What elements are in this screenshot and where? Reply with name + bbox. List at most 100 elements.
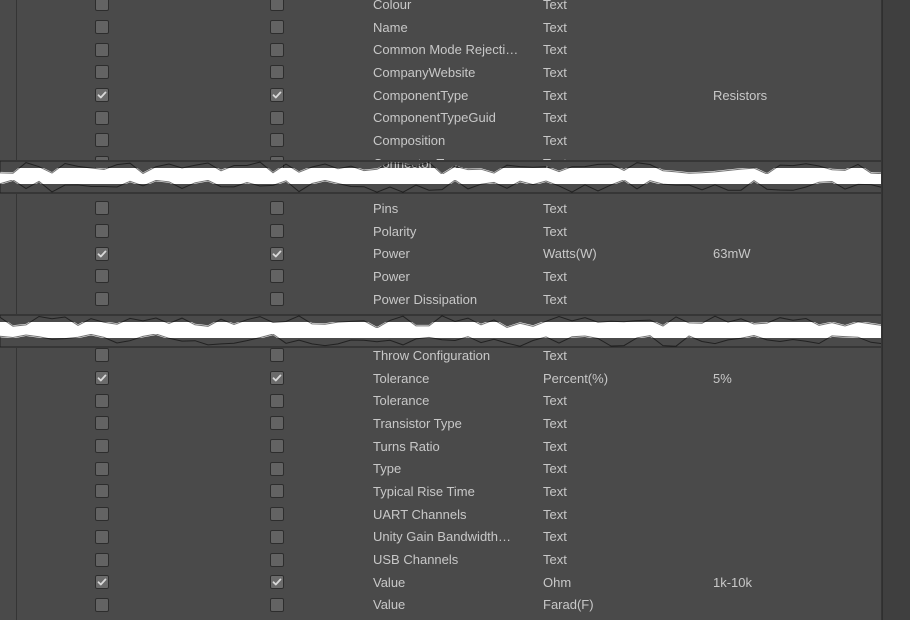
parameter-row[interactable]: ComponentTypeGuidText: [0, 106, 910, 129]
parameter-row[interactable]: CompositionText: [0, 129, 910, 152]
parameter-row[interactable]: ValueFarad(F): [0, 594, 910, 617]
parameter-name: Power Dissipation: [373, 292, 543, 307]
parameter-row[interactable]: UART ChannelsText: [0, 503, 910, 526]
checkbox-col2[interactable]: [270, 65, 284, 79]
checkbox-col1[interactable]: [95, 530, 109, 544]
parameter-row[interactable]: Common Mode Rejecti…Text: [0, 38, 910, 61]
checkbox-col2[interactable]: [270, 348, 284, 362]
parameter-name: Polarity: [373, 224, 543, 239]
parameter-name: Unity Gain Bandwidth…: [373, 529, 543, 544]
checkbox-col1[interactable]: [95, 133, 109, 147]
checkbox-col1[interactable]: [95, 553, 109, 567]
checkbox-col2[interactable]: [270, 269, 284, 283]
checkbox-col1[interactable]: [95, 224, 109, 238]
checkbox-col2[interactable]: [270, 462, 284, 476]
checkbox-col1[interactable]: [95, 201, 109, 215]
checkbox-col1[interactable]: [95, 43, 109, 57]
checkbox-col2[interactable]: [270, 553, 284, 567]
checkbox-col2[interactable]: [270, 88, 284, 102]
parameter-type: Text: [543, 439, 713, 454]
parameter-type: Percent(%): [543, 371, 713, 386]
parameter-type: Text: [543, 42, 713, 57]
parameter-type: Text: [543, 416, 713, 431]
checkbox-col2[interactable]: [270, 0, 284, 11]
parameter-type: Text: [543, 529, 713, 544]
checkbox-col1[interactable]: [95, 484, 109, 498]
checkbox-col2[interactable]: [270, 530, 284, 544]
parameter-type: Watts(W): [543, 246, 713, 261]
checkbox-col1[interactable]: [95, 348, 109, 362]
parameter-row[interactable]: TolerancePercent(%)5%: [0, 367, 910, 390]
parameter-row[interactable]: PinsText: [0, 197, 910, 220]
parameter-type: Text: [543, 110, 713, 125]
checkbox-col2[interactable]: [270, 247, 284, 261]
checkbox-col2[interactable]: [270, 416, 284, 430]
parameter-row[interactable]: Power DissipationText: [0, 288, 910, 311]
parameter-row[interactable]: PolarityText: [0, 220, 910, 243]
parameter-type: Text: [543, 507, 713, 522]
parameter-name: UART Channels: [373, 507, 543, 522]
checkbox-col2[interactable]: [270, 371, 284, 385]
scrollbar-track[interactable]: [882, 0, 910, 620]
checkbox-col1[interactable]: [95, 394, 109, 408]
checkbox-col1[interactable]: [95, 65, 109, 79]
checkbox-col2[interactable]: [270, 111, 284, 125]
checkbox-col2[interactable]: [270, 394, 284, 408]
checkbox-col1[interactable]: [95, 439, 109, 453]
checkbox-col1[interactable]: [95, 371, 109, 385]
parameter-row[interactable]: CompanyWebsiteText: [0, 61, 910, 84]
checkbox-col1[interactable]: [95, 20, 109, 34]
parameter-row[interactable]: Unity Gain Bandwidth…Text: [0, 526, 910, 549]
parameter-type: Text: [543, 461, 713, 476]
checkbox-col1[interactable]: [95, 598, 109, 612]
parameter-name: ComponentType: [373, 88, 543, 103]
parameter-name: Power: [373, 246, 543, 261]
parameter-type: Text: [543, 552, 713, 567]
parameter-row[interactable]: Throw ConfigurationText: [0, 344, 910, 367]
parameter-row[interactable]: ValueOhm1k-10k: [0, 571, 910, 594]
parameter-type: Text: [543, 65, 713, 80]
parameter-name: Typical Rise Time: [373, 484, 543, 499]
checkbox-col2[interactable]: [270, 575, 284, 589]
parameter-row[interactable]: TypeText: [0, 457, 910, 480]
checkbox-col2[interactable]: [270, 156, 284, 170]
checkbox-col1[interactable]: [95, 462, 109, 476]
checkbox-col1[interactable]: [95, 269, 109, 283]
checkbox-col1[interactable]: [95, 88, 109, 102]
checkbox-col2[interactable]: [270, 292, 284, 306]
checkbox-col1[interactable]: [95, 507, 109, 521]
parameter-row[interactable]: USB ChannelsText: [0, 548, 910, 571]
parameter-type: Text: [543, 484, 713, 499]
checkbox-col2[interactable]: [270, 507, 284, 521]
parameter-row[interactable]: Connector TypeText: [0, 152, 910, 175]
parameter-row[interactable]: PowerText: [0, 265, 910, 288]
parameter-row[interactable]: ComponentTypeTextResistors: [0, 84, 910, 107]
checkbox-col1[interactable]: [95, 292, 109, 306]
checkbox-col2[interactable]: [270, 224, 284, 238]
checkbox-col2[interactable]: [270, 43, 284, 57]
checkbox-col2[interactable]: [270, 439, 284, 453]
parameter-row[interactable]: Typical Rise TimeText: [0, 480, 910, 503]
checkbox-col1[interactable]: [95, 247, 109, 261]
parameter-name: Type: [373, 461, 543, 476]
parameter-type: Text: [543, 20, 713, 35]
parameter-row[interactable]: ColourText: [0, 0, 910, 16]
checkbox-col1[interactable]: [95, 111, 109, 125]
checkbox-col2[interactable]: [270, 484, 284, 498]
checkbox-col2[interactable]: [270, 133, 284, 147]
parameter-row[interactable]: ToleranceText: [0, 389, 910, 412]
parameter-row[interactable]: Turns RatioText: [0, 435, 910, 458]
checkbox-col1[interactable]: [95, 0, 109, 11]
checkbox-col2[interactable]: [270, 201, 284, 215]
checkbox-col2[interactable]: [270, 598, 284, 612]
parameter-type: Farad(F): [543, 597, 713, 612]
parameter-name: ComponentTypeGuid: [373, 110, 543, 125]
checkbox-col1[interactable]: [95, 156, 109, 170]
parameter-row[interactable]: Transistor TypeText: [0, 412, 910, 435]
parameter-row[interactable]: PowerWatts(W)63mW: [0, 242, 910, 265]
checkbox-col2[interactable]: [270, 20, 284, 34]
checkbox-col1[interactable]: [95, 575, 109, 589]
parameter-row[interactable]: NameText: [0, 16, 910, 39]
parameter-name: Tolerance: [373, 393, 543, 408]
checkbox-col1[interactable]: [95, 416, 109, 430]
